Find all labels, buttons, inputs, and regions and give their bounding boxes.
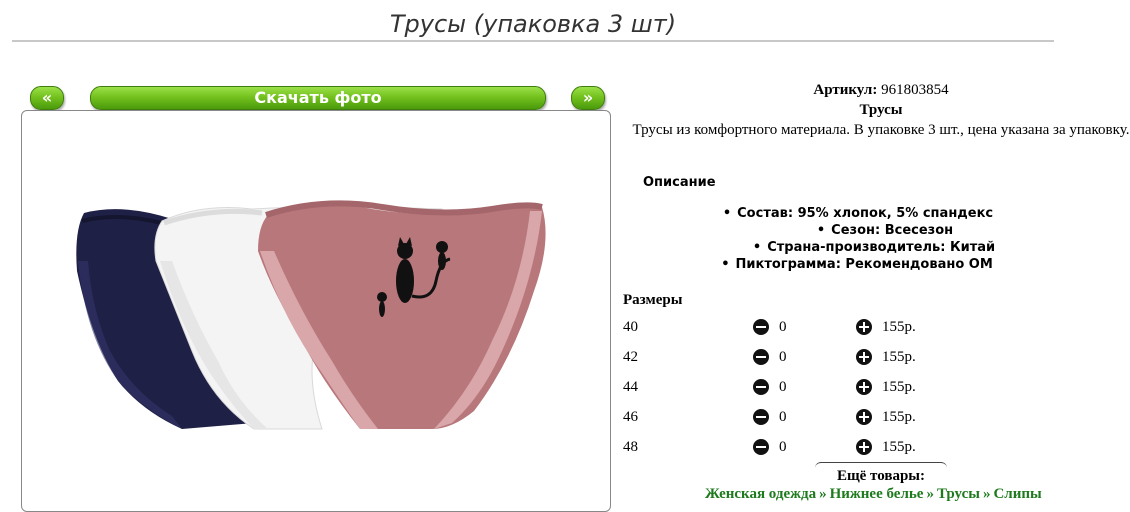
minus-icon[interactable]: [753, 379, 769, 395]
property-item: Пиктограмма: Рекомендовано ОМ: [572, 256, 1130, 273]
size-label: 44: [623, 379, 638, 395]
article-line: Артикул: 961803854: [622, 80, 1130, 100]
property-item: Состав: 95% хлопок, 5% спандекс: [574, 205, 1130, 222]
quantity-value: 0: [779, 439, 787, 455]
size-row: 42 0 155р.: [623, 346, 943, 368]
price-value: 155р.: [882, 319, 916, 335]
minus-icon[interactable]: [753, 439, 769, 455]
quantity-value: 0: [779, 319, 787, 335]
article-label: Артикул:: [813, 82, 878, 98]
minus-icon[interactable]: [753, 319, 769, 335]
more-products-heading: Ещё товары:: [815, 462, 947, 485]
price-value: 155р.: [882, 379, 916, 395]
price-value: 155р.: [882, 349, 916, 365]
download-photo-button[interactable]: Скачать фото: [90, 86, 546, 110]
property-item: Страна-производитель: Китай: [606, 239, 1130, 256]
size-label: 42: [623, 349, 638, 365]
description-heading: Описание: [643, 175, 716, 190]
price-value: 155р.: [882, 439, 916, 455]
size-row: 40 0 155р.: [623, 316, 943, 338]
product-photo[interactable]: [21, 110, 611, 512]
title-divider: [12, 40, 1054, 42]
minus-icon[interactable]: [753, 409, 769, 425]
property-item: Сезон: Всесезон: [628, 222, 1130, 239]
product-info: Артикул: 961803854 Трусы Трусы из комфор…: [622, 80, 1130, 140]
next-photo-button[interactable]: »: [571, 86, 605, 110]
plus-icon[interactable]: [856, 319, 872, 335]
breadcrumb-link[interactable]: Женская одежда: [705, 486, 816, 502]
quantity-value: 0: [779, 379, 787, 395]
minus-icon[interactable]: [753, 349, 769, 365]
plus-icon[interactable]: [856, 409, 872, 425]
plus-icon[interactable]: [856, 379, 872, 395]
quantity-value: 0: [779, 409, 787, 425]
sizes-heading: Размеры: [623, 292, 683, 308]
breadcrumb-link[interactable]: Нижнее белье: [830, 486, 924, 502]
product-short-description: Трусы из комфортного материала. В упаков…: [632, 122, 1130, 138]
plus-icon[interactable]: [856, 349, 872, 365]
breadcrumb-separator: »: [819, 486, 827, 502]
size-row: 44 0 155р.: [623, 376, 943, 398]
breadcrumb-separator: »: [926, 486, 934, 502]
product-name: Трусы: [859, 102, 903, 118]
page-title: Трусы (упаковка 3 шт): [389, 10, 677, 38]
breadcrumb-link[interactable]: Слипы: [993, 486, 1041, 502]
plus-icon[interactable]: [856, 439, 872, 455]
breadcrumb-separator: »: [982, 486, 991, 502]
size-label: 48: [623, 439, 638, 455]
size-label: 40: [623, 319, 638, 335]
quantity-value: 0: [779, 349, 787, 365]
prev-photo-button[interactable]: «: [30, 86, 64, 110]
property-list: Состав: 95% хлопок, 5% спандекс Сезон: В…: [622, 205, 1130, 273]
size-row: 48 0 155р.: [623, 436, 943, 458]
article-value: 961803854: [881, 82, 949, 98]
size-row: 46 0 155р.: [623, 406, 943, 428]
price-value: 155р.: [882, 409, 916, 425]
size-label: 46: [623, 409, 638, 425]
breadcrumb-link[interactable]: Трусы: [937, 486, 980, 502]
